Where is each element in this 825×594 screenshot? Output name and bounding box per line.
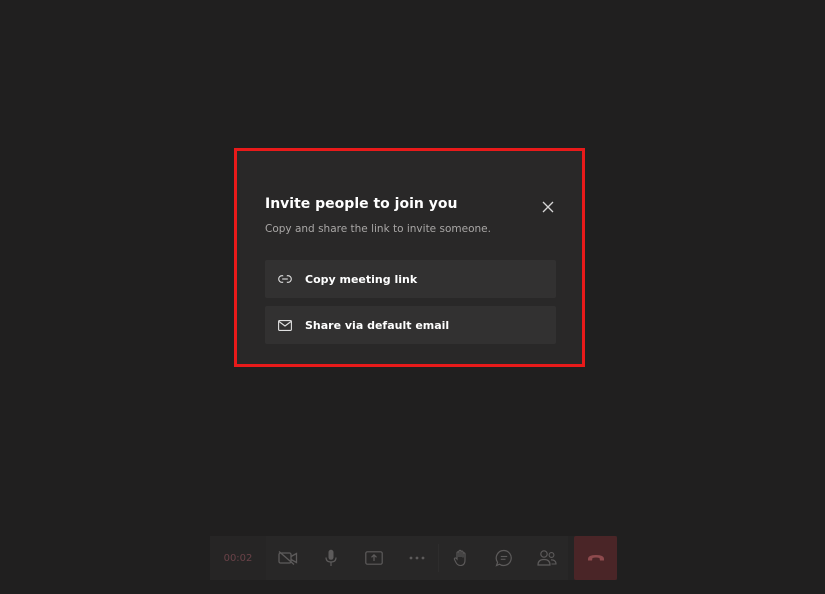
people-icon bbox=[536, 550, 557, 566]
meeting-stage: Invite people to join you Copy and share… bbox=[0, 0, 825, 594]
more-icon bbox=[409, 556, 424, 560]
call-timer: 00:02 bbox=[210, 536, 266, 580]
camera-off-icon bbox=[277, 551, 297, 565]
share-screen-button[interactable] bbox=[352, 536, 395, 580]
media-controls bbox=[266, 536, 568, 580]
hang-up-icon bbox=[587, 555, 604, 561]
raise-hand-button[interactable] bbox=[439, 536, 482, 580]
microphone-icon bbox=[324, 549, 337, 566]
call-toolbar: 00:02 bbox=[210, 536, 617, 580]
microphone-button[interactable] bbox=[309, 536, 352, 580]
share-screen-icon bbox=[364, 551, 383, 565]
chat-icon bbox=[494, 549, 512, 567]
chat-button[interactable] bbox=[482, 536, 525, 580]
highlight-frame bbox=[234, 148, 585, 367]
participants-button[interactable] bbox=[525, 536, 568, 580]
hand-icon bbox=[453, 549, 466, 567]
hang-up-button[interactable] bbox=[574, 536, 617, 580]
camera-toggle-button[interactable] bbox=[266, 536, 309, 580]
more-actions-button[interactable] bbox=[395, 536, 438, 580]
